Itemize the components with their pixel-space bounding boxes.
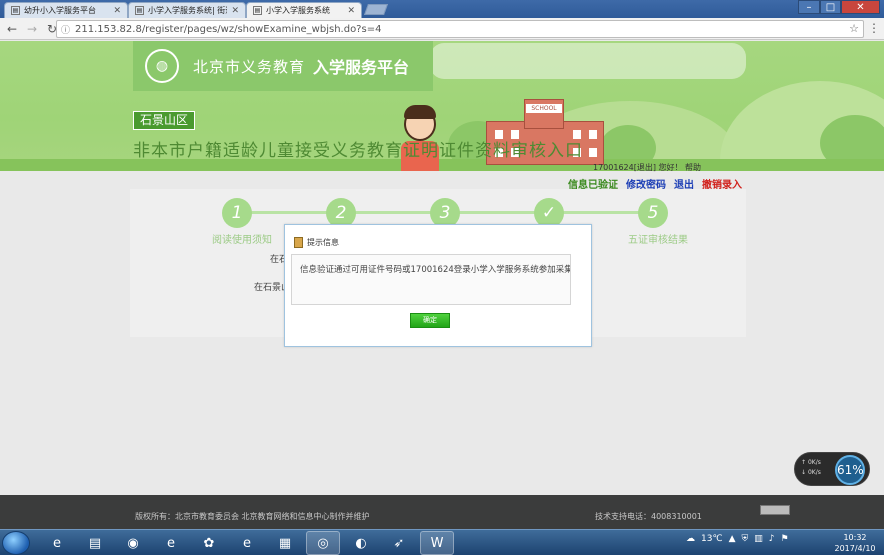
shield-icon[interactable]: ⛨ bbox=[741, 534, 748, 544]
footer-support-phone: 技术支持电话：4008310001 bbox=[595, 512, 702, 521]
firefox-icon[interactable]: ◐ bbox=[344, 531, 378, 555]
network-rates: ↑ 0K/s ↓ 0K/s bbox=[801, 459, 821, 476]
info-dialog: 提示信息 信息验证通过可用证件号码或17001624登录小学入学服务系统参加采集… bbox=[284, 224, 592, 347]
windows-taskbar: e ▤ ◉ e ✿ e ▦ ◎ ◐ ➶ W ☁ 13℃ ▲ ⛨ ▥ ♪ ⚑ 10:32 2017/4… bbox=[0, 529, 884, 555]
platform-logo-block[interactable]: ◍ 北京市义务教育 入学服务平台 bbox=[133, 41, 433, 91]
district-badge: 石景山区 bbox=[133, 111, 196, 130]
step-1-label: 阅读使用须知 bbox=[212, 235, 272, 246]
browser-tab-strip: ▤ 幼升小入学服务平台 ✕ ▤ 小学入学服务系统| 街道 ✕ ▤ 小学入学服务系… bbox=[0, 0, 884, 18]
url-text: 211.153.82.8/register/pages/wz/showExami… bbox=[75, 23, 382, 35]
tiles-icon[interactable]: ▦ bbox=[268, 531, 302, 555]
header-banner: ◍ 北京市义务教育 入学服务平台 SCHOOL 石景山区 非本市户籍适龄儿童接受… bbox=[0, 41, 884, 171]
back-icon[interactable]: ← bbox=[4, 21, 20, 37]
weather-icon[interactable]: ☁ bbox=[686, 534, 695, 544]
start-button[interactable] bbox=[2, 531, 30, 555]
ie-icon-2[interactable]: e bbox=[154, 531, 188, 555]
browser-toolbar: ← → ↻ ⓘ 211.153.82.8/register/pages/wz/s… bbox=[0, 18, 884, 40]
browser-menu-icon[interactable]: ⋮ bbox=[868, 21, 880, 35]
minimize-button[interactable]: – bbox=[798, 0, 820, 14]
user-greeting[interactable]: 17001624[退出] 您好！ 帮助 bbox=[593, 162, 701, 173]
address-bar[interactable]: ⓘ 211.153.82.8/register/pages/wz/showExa… bbox=[56, 20, 864, 38]
clipboard-icon bbox=[294, 237, 303, 248]
network-icon[interactable]: ▥ bbox=[754, 534, 763, 544]
step-5-label: 五证审核结果 bbox=[628, 235, 688, 246]
system-tray: ☁ 13℃ ▲ ⛨ ▥ ♪ ⚑ bbox=[686, 534, 789, 544]
browser-tab-3[interactable]: ▤ 小学入学服务系统 ✕ bbox=[246, 2, 362, 18]
step-1: 1 bbox=[222, 198, 252, 228]
step-5: 5 bbox=[638, 198, 668, 228]
browser-tab-1[interactable]: ▤ 幼升小入学服务平台 ✕ bbox=[4, 2, 128, 18]
close-window-button[interactable]: ✕ bbox=[841, 0, 880, 14]
dialog-message: 信息验证通过可用证件号码或17001624登录小学入学服务系统参加采集 bbox=[291, 254, 571, 305]
memory-percent: 61% bbox=[835, 455, 865, 485]
media-icon[interactable]: ◉ bbox=[116, 531, 150, 555]
dialog-title: 提示信息 bbox=[307, 238, 339, 247]
flag-icon[interactable]: ⚑ bbox=[781, 534, 789, 544]
folder-icon[interactable]: ▤ bbox=[78, 531, 112, 555]
school-sign: SCHOOL bbox=[526, 104, 562, 113]
footer-copyright: 版权所有：北京市教育委员会 北京教育网络和信息中心制作并维护 bbox=[135, 512, 370, 521]
close-tab-icon[interactable]: ✕ bbox=[347, 6, 355, 16]
platform-service-name: 入学服务平台 bbox=[313, 58, 410, 77]
page-favicon-icon: ▤ bbox=[135, 6, 144, 15]
page-favicon-icon: ▤ bbox=[253, 6, 262, 15]
page-info-icon[interactable]: ⓘ bbox=[61, 23, 70, 36]
tab-title: 小学入学服务系统| 街道 bbox=[148, 6, 228, 15]
bookmark-star-icon[interactable]: ☆ bbox=[849, 22, 859, 35]
child-hair bbox=[404, 105, 436, 119]
weather-temp: 13℃ bbox=[701, 534, 723, 544]
paw-icon[interactable]: ✿ bbox=[192, 531, 226, 555]
device-icon bbox=[760, 505, 790, 515]
taskbar-clock[interactable]: 10:32 2017/4/10 bbox=[830, 532, 880, 554]
maximize-button[interactable]: □ bbox=[820, 0, 841, 14]
tab-title: 幼升小入学服务平台 bbox=[24, 6, 96, 15]
bird-icon[interactable]: ➶ bbox=[382, 531, 416, 555]
page-title: 非本市户籍适龄儿童接受义务教育证明证件资料审核入口 bbox=[133, 141, 583, 161]
banner-cloud bbox=[430, 43, 746, 79]
tab-title: 小学入学服务系统 bbox=[266, 6, 330, 15]
browser-tab-2[interactable]: ▤ 小学入学服务系统| 街道 ✕ bbox=[128, 2, 246, 18]
new-tab-button[interactable] bbox=[363, 4, 389, 15]
upload-rate: 0K/s bbox=[807, 459, 821, 466]
ie-icon[interactable]: e bbox=[40, 531, 74, 555]
volume-icon[interactable]: ♪ bbox=[769, 534, 775, 544]
network-speed-widget[interactable]: ↑ 0K/s ↓ 0K/s 61% bbox=[794, 452, 870, 486]
page-favicon-icon: ▤ bbox=[11, 6, 20, 15]
ok-button[interactable]: 确定 bbox=[410, 313, 450, 328]
download-rate: 0K/s bbox=[807, 469, 821, 476]
tray-arrow-icon[interactable]: ▲ bbox=[729, 534, 736, 544]
page-footer: 版权所有：北京市教育委员会 北京教育网络和信息中心制作并维护 技术支持电话：40… bbox=[0, 495, 884, 530]
chrome-icon[interactable]: ◎ bbox=[306, 531, 340, 555]
close-tab-icon[interactable]: ✕ bbox=[113, 6, 121, 16]
window bbox=[589, 130, 597, 139]
edge-icon[interactable]: e bbox=[230, 531, 264, 555]
forward-icon[interactable]: → bbox=[24, 21, 40, 37]
word-icon[interactable]: W bbox=[420, 531, 454, 555]
close-tab-icon[interactable]: ✕ bbox=[231, 6, 239, 16]
education-logo-icon: ◍ bbox=[145, 49, 179, 83]
window bbox=[589, 148, 597, 157]
dialog-header: 提示信息 bbox=[294, 237, 339, 248]
clock-date: 2017/4/10 bbox=[834, 544, 876, 553]
clock-time: 10:32 bbox=[843, 533, 867, 542]
platform-name: 北京市义务教育 bbox=[193, 57, 306, 76]
